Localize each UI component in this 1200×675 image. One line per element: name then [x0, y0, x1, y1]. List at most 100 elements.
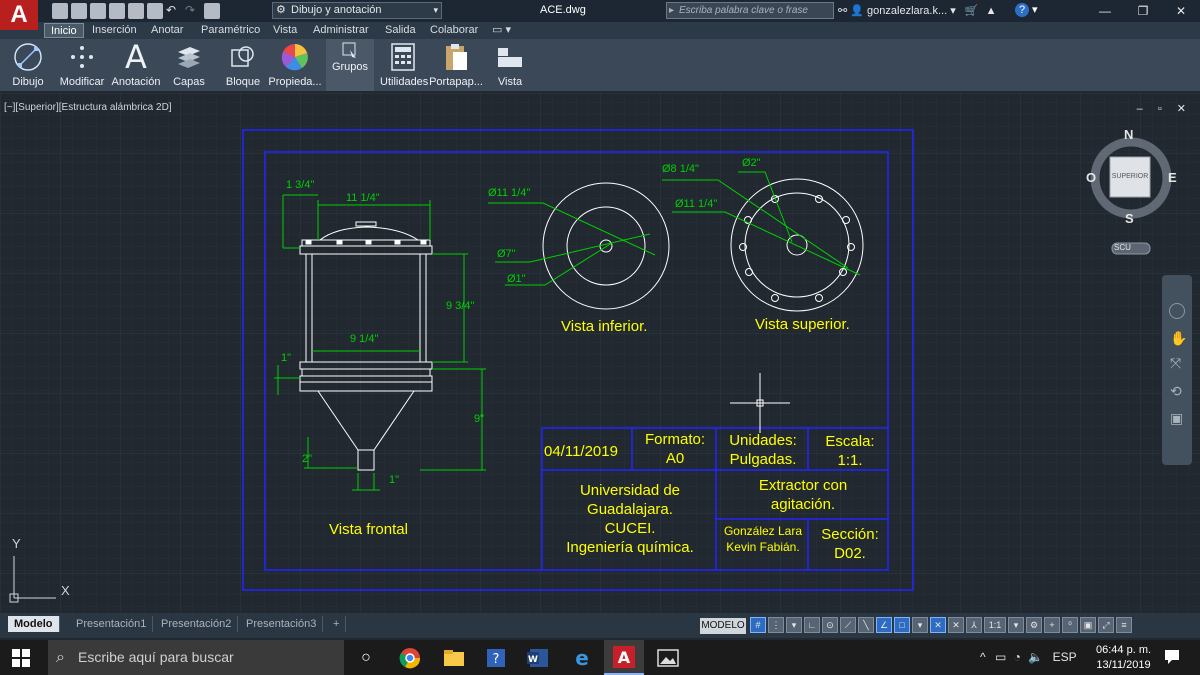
workspace-gear-icon[interactable]: ⚙ [1026, 617, 1042, 633]
close-button[interactable]: ✕ [1162, 0, 1200, 22]
tab-insercion[interactable]: Inserción [86, 23, 143, 38]
isolate-icon[interactable]: ▣ [1080, 617, 1096, 633]
autoscale-icon[interactable]: ✕ [948, 617, 964, 633]
steering-wheel-icon[interactable] [1169, 303, 1185, 319]
dim-text: Ø2" [742, 157, 761, 169]
tab-vista[interactable]: Vista [267, 23, 303, 38]
cart-icon[interactable]: 🛒 [965, 5, 979, 17]
minimize-button[interactable]: — [1086, 0, 1124, 22]
tab-layout3[interactable]: Presentación3 [240, 616, 324, 632]
open-icon[interactable] [71, 3, 87, 19]
annotation-panel-button[interactable]: A Anotación [110, 38, 162, 91]
tab-salida[interactable]: Salida [379, 23, 422, 38]
chevron-up-icon[interactable]: ^ [980, 650, 986, 664]
clipboard-panel-button[interactable]: Portapap... [428, 39, 484, 91]
undo-icon[interactable]: ↶ [166, 3, 182, 19]
drawing-canvas[interactable]: 1 3/4" 11 1/4" 9 3/4" 9 1/4" 1" 9" 2" 1"… [0, 93, 1200, 613]
new-icon[interactable] [52, 3, 68, 19]
plus-icon[interactable]: + [1044, 617, 1060, 633]
photos-icon[interactable] [648, 640, 688, 675]
redo-icon[interactable]: ↷ [185, 3, 201, 19]
utilities-panel-button[interactable]: Utilidades [380, 39, 428, 91]
chevron-down-icon[interactable]: ▾ [912, 617, 928, 633]
save-as-icon[interactable] [109, 3, 125, 19]
snap-icon[interactable]: ⋮ [768, 617, 784, 633]
ortho-icon[interactable]: ∟ [804, 617, 820, 633]
restore-button[interactable]: ❐ [1124, 0, 1162, 22]
isodraft-icon[interactable]: ⟋ [840, 617, 856, 633]
tab-anotar[interactable]: Anotar [145, 23, 189, 38]
grid-icon[interactable]: # [750, 617, 766, 633]
viewcube-east[interactable]: E [1168, 170, 1177, 185]
help-app-icon[interactable]: ? [476, 640, 516, 675]
new-layout-button[interactable]: + [327, 616, 347, 632]
viewport-controls-label[interactable]: [−][Superior][Estructura alámbrica 2D] [4, 102, 172, 113]
edge-icon[interactable]: e [562, 640, 602, 675]
annotation-scale-icon[interactable]: ⅄ [966, 617, 982, 633]
customize-menu-icon[interactable]: ≡ [1116, 617, 1132, 633]
file-explorer-icon[interactable] [434, 640, 474, 675]
svg-text:?: ? [493, 652, 500, 667]
tab-parametrico[interactable]: Paramétrico [195, 23, 266, 38]
viewcube-north[interactable]: N [1124, 127, 1133, 142]
workspace-selector[interactable]: ⚙ Dibujo y anotación ▾ [272, 2, 442, 19]
tab-layout1[interactable]: Presentación1 [70, 616, 154, 632]
modify-panel-button[interactable]: Modificar [56, 39, 108, 91]
task-view-icon[interactable]: ○ [346, 640, 386, 675]
osnap-icon[interactable]: ∠ [876, 617, 892, 633]
showmotion-icon[interactable]: ▣ [1170, 410, 1183, 427]
viewcube-south[interactable]: S [1125, 211, 1134, 226]
tab-inicio[interactable]: Inicio [44, 23, 84, 38]
orbit-icon[interactable]: ⟲ [1170, 383, 1182, 400]
language-indicator[interactable]: ESP [1053, 650, 1077, 664]
autocad-taskbar-icon[interactable]: A [604, 640, 644, 675]
taskbar-search-input[interactable]: ⌕ Escribe aquí para buscar [48, 640, 344, 675]
layers-panel-button[interactable]: Capas [166, 39, 212, 91]
ribbon-options-button[interactable]: ▭ ▾ [486, 23, 517, 38]
block-panel-button[interactable]: Bloque [222, 39, 264, 91]
view-panel-button[interactable]: Vista [488, 39, 532, 91]
zoom-icon[interactable]: ⤧ [1170, 355, 1181, 372]
polar-icon[interactable]: ⊙ [822, 617, 838, 633]
pan-icon[interactable]: ✋ [1170, 330, 1187, 347]
windows-start-icon[interactable] [12, 649, 30, 667]
help-button[interactable]: ? ▾ [1015, 3, 1045, 19]
viewcube-face[interactable]: SUPERIOR [1110, 173, 1150, 180]
user-signin[interactable]: ⚯ 👤 gonzalezlara.k... ▾ 🛒 ▲ [838, 4, 996, 17]
annotation-visibility-icon[interactable]: ✕ [930, 617, 946, 633]
annotation-scale-value[interactable]: 1:1 [984, 617, 1006, 633]
calculator-icon [387, 42, 419, 72]
chrome-icon[interactable] [390, 640, 430, 675]
osnap-tracking-icon[interactable]: ╲ [858, 617, 874, 633]
tab-model[interactable]: Modelo [8, 616, 60, 632]
triangle-icon[interactable]: ▲ [986, 5, 997, 17]
application-menu-button[interactable]: A [0, 0, 38, 30]
tab-administrar[interactable]: Administrar [307, 23, 375, 38]
search-input[interactable]: ▸ Escriba palabra clave o frase [666, 2, 834, 19]
share-icon[interactable] [204, 3, 220, 19]
tab-colaborar[interactable]: Colaborar [424, 23, 484, 38]
volume-icon[interactable]: 🔈 [1028, 650, 1043, 664]
fullscreen-icon[interactable]: ⤢ [1098, 617, 1114, 633]
object-snap-icon[interactable]: □ [894, 617, 910, 633]
ucs-menu[interactable]: SCU [1114, 243, 1131, 252]
web-mobile-icon[interactable] [128, 3, 144, 19]
plot-icon[interactable] [147, 3, 163, 19]
tab-layout2[interactable]: Presentación2 [155, 616, 239, 632]
dim-text: Ø7" [497, 248, 516, 260]
word-icon[interactable]: W [518, 640, 558, 675]
properties-panel-button[interactable]: Propieda... [268, 39, 322, 91]
wifi-icon[interactable]: ◔ [1014, 650, 1021, 664]
battery-icon[interactable]: ▭ [995, 650, 1006, 664]
viewport-window-controls[interactable]: – ▫ ✕ [1137, 102, 1192, 115]
model-space-button[interactable]: MODELO [700, 618, 746, 634]
groups-panel-button[interactable]: Grupos [326, 39, 374, 91]
notifications-icon[interactable] [1163, 648, 1181, 666]
chevron-down-icon[interactable]: ▾ [1008, 617, 1024, 633]
draw-panel-button[interactable]: Dibujo [4, 39, 52, 91]
units-icon[interactable]: ⁰ [1062, 617, 1078, 633]
save-icon[interactable] [90, 3, 106, 19]
chevron-down-icon[interactable]: ▾ [786, 617, 802, 633]
clock[interactable]: 06:44 p. m. 13/11/2019 [1096, 643, 1151, 673]
viewcube-west[interactable]: O [1086, 170, 1096, 185]
